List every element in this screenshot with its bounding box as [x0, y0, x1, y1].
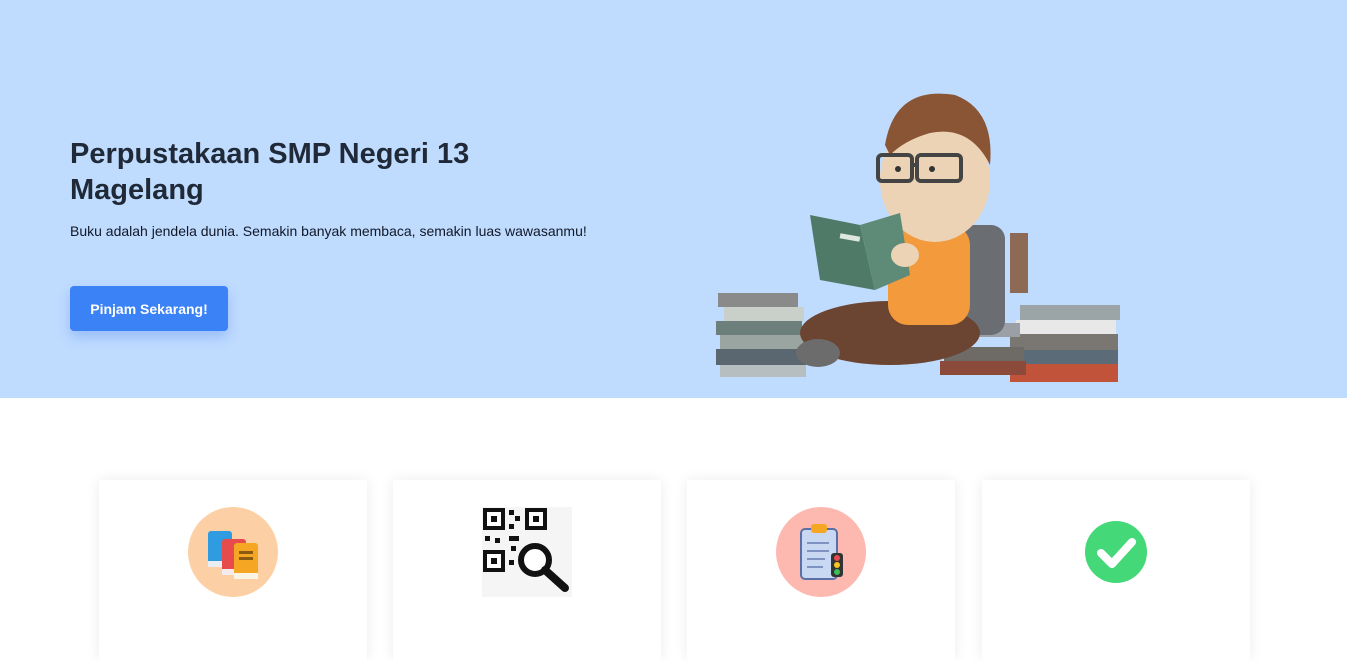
- hero-subtitle: Buku adalah jendela dunia. Semakin banya…: [70, 223, 587, 239]
- books-icon: [188, 507, 278, 597]
- feature-card-clipboard: [687, 480, 955, 660]
- clipboard-icon: [776, 507, 866, 597]
- hero-section: Perpustakaan SMP Negeri 13 Magelang Buku…: [0, 0, 1347, 398]
- student-reading-illustration: [716, 93, 1120, 382]
- feature-card-check: [982, 480, 1250, 660]
- feature-card-qr-search: [393, 480, 661, 660]
- qr-search-icon: [482, 507, 572, 597]
- borrow-now-button[interactable]: Pinjam Sekarang!: [70, 286, 228, 331]
- page-title: Perpustakaan SMP Negeri 13 Magelang: [70, 138, 470, 206]
- check-icon: [1071, 507, 1161, 597]
- feature-card-books: [99, 480, 367, 660]
- hero-text: Perpustakaan SMP Negeri 13 Magelang Buku…: [70, 136, 590, 240]
